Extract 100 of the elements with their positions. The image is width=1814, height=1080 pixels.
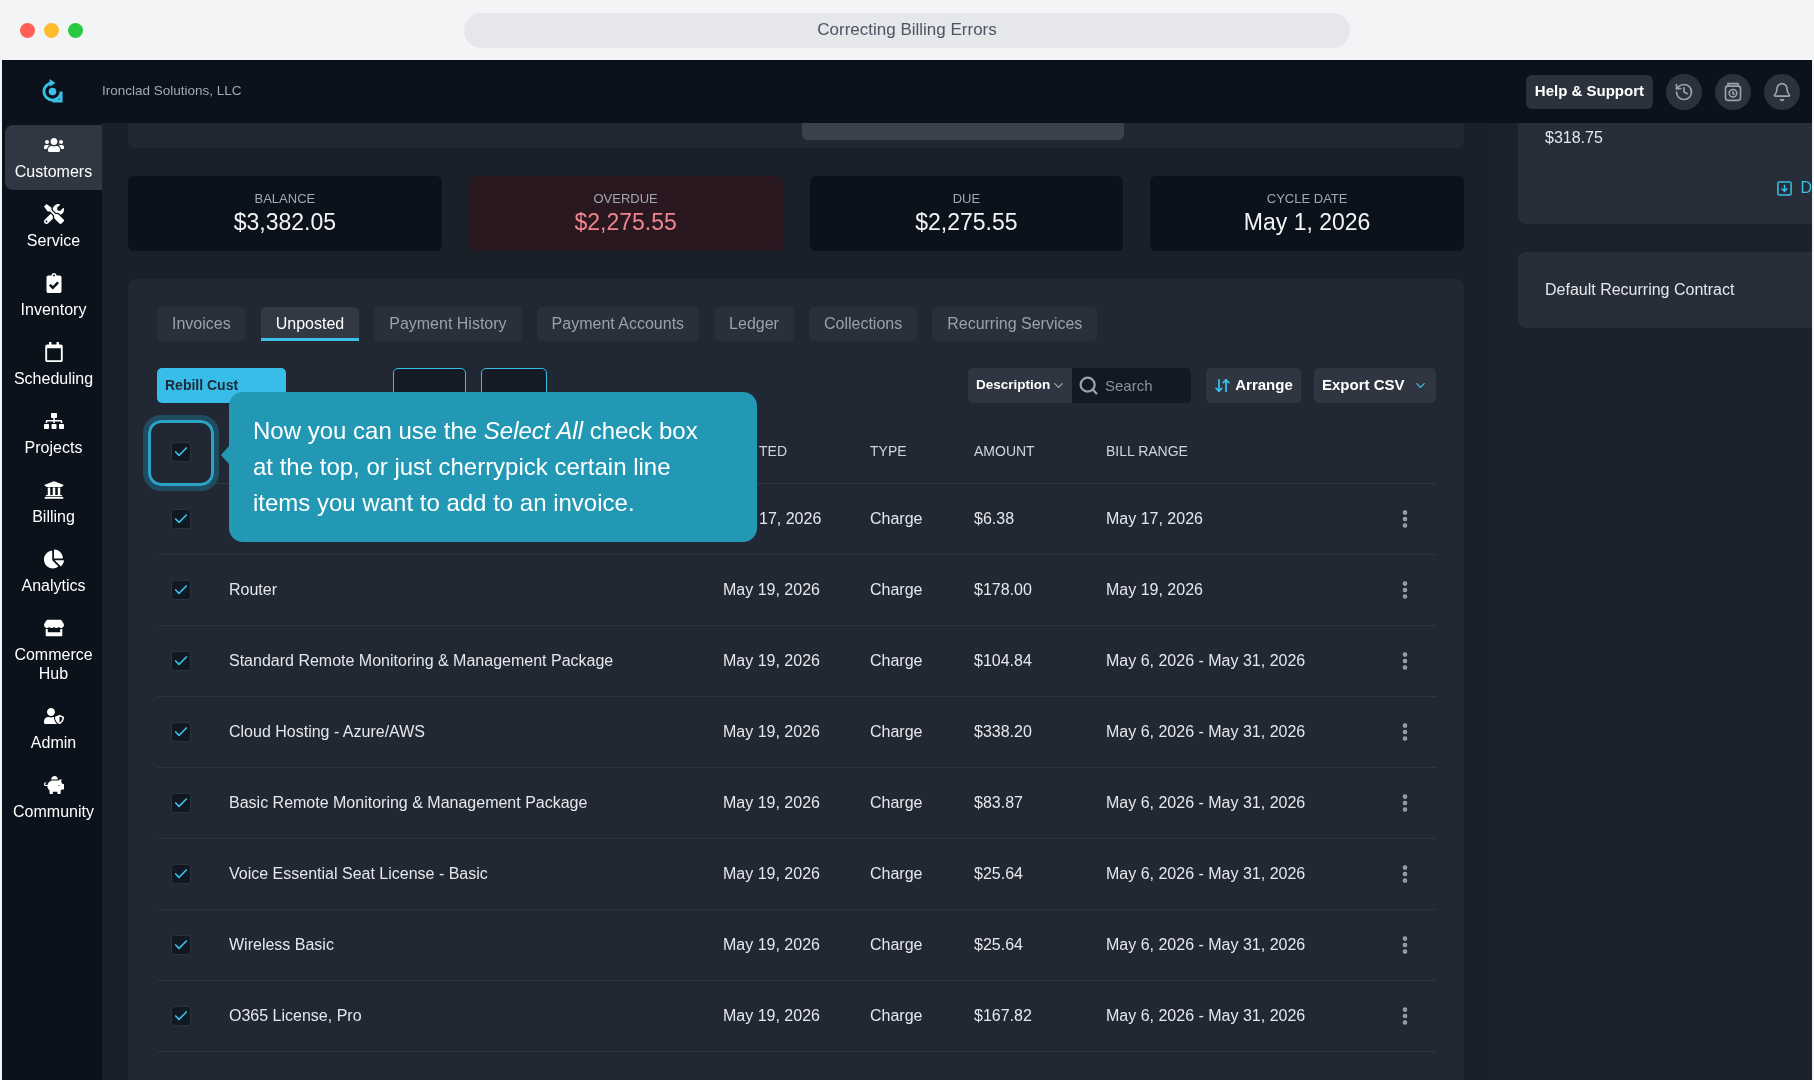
sidebar-item[interactable]: Community bbox=[5, 765, 102, 830]
stat-label: BALANCE bbox=[254, 190, 316, 207]
checkbox[interactable] bbox=[171, 935, 191, 955]
table-cell: May 19, 2026 bbox=[723, 723, 820, 740]
table-cell: O365 License, Pro bbox=[229, 1007, 362, 1024]
people-group-icon bbox=[43, 135, 64, 155]
calendar-icon bbox=[43, 342, 64, 362]
table-cell: Charge bbox=[870, 865, 923, 882]
tab[interactable]: Payment History bbox=[374, 307, 522, 341]
column-header: BILL RANGE bbox=[1106, 443, 1188, 459]
column-header: TED bbox=[759, 443, 787, 459]
sidebar-item[interactable]: Service bbox=[5, 194, 102, 259]
table-cell: May 19, 2026 bbox=[723, 865, 820, 882]
table-cell: May 19, 2026 bbox=[723, 652, 820, 669]
window-close-button[interactable] bbox=[20, 22, 35, 38]
table-cell: Charge bbox=[870, 510, 923, 527]
table-cell: May 19, 2026 bbox=[723, 1007, 820, 1024]
table-cell: Wireless Basic bbox=[229, 936, 334, 953]
search-field[interactable]: Search bbox=[1072, 368, 1191, 403]
bank-building-icon bbox=[43, 480, 64, 500]
table-cell: Charge bbox=[870, 652, 923, 669]
checkbox[interactable] bbox=[171, 1006, 191, 1026]
download-link[interactable]: D bbox=[1777, 176, 1812, 200]
filter-dropdown[interactable]: Description bbox=[968, 368, 1072, 403]
table-cell: $167.82 bbox=[974, 1007, 1032, 1024]
tab[interactable]: Collections bbox=[808, 307, 918, 341]
table-cell: Router bbox=[229, 581, 278, 598]
table-cell: Charge bbox=[870, 1007, 923, 1024]
pie-chart-icon bbox=[43, 549, 64, 569]
checkbox[interactable] bbox=[171, 509, 191, 529]
table-cell: May 19, 2026 bbox=[723, 581, 820, 598]
box-clock-icon bbox=[1723, 81, 1743, 102]
stat-value: $2,275.55 bbox=[915, 207, 1018, 237]
contract-name: Default Recurring Contract bbox=[1545, 280, 1735, 300]
table-cell: May 6, 2026 - May 31, 2026 bbox=[1106, 652, 1306, 669]
table-cell: May 6, 2026 - May 31, 2026 bbox=[1106, 1007, 1306, 1024]
table-cell: $104.84 bbox=[974, 652, 1032, 669]
sidebar-item[interactable]: Projects bbox=[5, 401, 102, 466]
tab[interactable]: Recurring Services bbox=[932, 307, 1098, 341]
table-cell: May 19, 2026 bbox=[723, 936, 820, 953]
storefront-icon bbox=[43, 618, 64, 638]
checkbox[interactable] bbox=[171, 864, 191, 884]
table-cell: May 6, 2026 - May 31, 2026 bbox=[1106, 723, 1306, 740]
history-button[interactable] bbox=[1666, 73, 1702, 110]
table-cell: Charge bbox=[870, 936, 923, 953]
stat-value: $3,382.05 bbox=[233, 207, 337, 237]
checkbox[interactable] bbox=[171, 793, 191, 813]
tools-icon bbox=[43, 204, 64, 224]
clock-button[interactable] bbox=[1715, 73, 1751, 110]
help-support-button[interactable]: Help & Support bbox=[1525, 74, 1653, 109]
sort-arrows-icon bbox=[1214, 377, 1232, 394]
stat-label: OVERDUE bbox=[593, 190, 658, 207]
table-cell: Voice Essential Seat License - Basic bbox=[229, 865, 488, 882]
table-cell: May 19, 2026 bbox=[723, 794, 820, 811]
table-cell: 17, 2026 bbox=[759, 510, 822, 527]
tab[interactable]: Unposted bbox=[260, 307, 360, 341]
table-cell: May 6, 2026 - May 31, 2026 bbox=[1106, 936, 1306, 953]
checkbox[interactable] bbox=[171, 722, 191, 742]
sidebar-item[interactable]: Inventory bbox=[5, 263, 102, 328]
tab[interactable]: Ledger bbox=[714, 307, 794, 341]
hierarchy-icon bbox=[43, 411, 64, 431]
company-name: Ironclad Solutions, LLC bbox=[102, 82, 242, 101]
sidebar-item[interactable]: Billing bbox=[5, 470, 102, 535]
stat-value: $2,275.55 bbox=[574, 207, 677, 237]
table-cell: May 6, 2026 - May 31, 2026 bbox=[1106, 865, 1306, 882]
table-cell: Cloud Hosting - Azure/AWS bbox=[229, 723, 425, 740]
stat-label: CYCLE DATE bbox=[1266, 190, 1348, 207]
table-cell: Charge bbox=[870, 794, 923, 811]
table-cell: May 19, 2026 bbox=[1106, 581, 1203, 598]
notifications-button[interactable] bbox=[1764, 73, 1800, 110]
table-cell: $6.38 bbox=[974, 510, 1015, 527]
tooltip-text: Now you can use the Select All check box at the top, or just cherrypick certain line items you want to add to an invoice. bbox=[253, 416, 699, 518]
address-bar[interactable]: Correcting Billing Errors bbox=[464, 12, 1350, 48]
table-cell: $83.87 bbox=[974, 794, 1023, 811]
table-cell: Basic Remote Monitoring & Management Package bbox=[229, 794, 588, 811]
arrange-button[interactable]: Arrange bbox=[1206, 368, 1301, 403]
tab[interactable]: Invoices bbox=[157, 307, 246, 341]
user-shield-icon bbox=[43, 706, 64, 726]
download-icon bbox=[1777, 180, 1793, 196]
stat-value: May 1, 2026 bbox=[1243, 207, 1371, 237]
sidebar-item[interactable]: Admin bbox=[5, 696, 102, 761]
sidebar-item[interactable]: Analytics bbox=[5, 539, 102, 604]
table-cell: May 17, 2026 bbox=[1106, 510, 1203, 527]
column-header: TYPE bbox=[870, 443, 907, 459]
checkbox[interactable] bbox=[171, 580, 191, 600]
tab[interactable]: Payment Accounts bbox=[536, 307, 700, 341]
sidebar-item[interactable]: Commerce Hub bbox=[5, 608, 102, 692]
bell-icon bbox=[1772, 81, 1792, 102]
stat-label: DUE bbox=[952, 190, 981, 207]
checkbox[interactable] bbox=[171, 651, 191, 671]
logo-icon[interactable] bbox=[40, 79, 64, 104]
checkbox[interactable] bbox=[171, 441, 191, 462]
piggy-bank-icon bbox=[43, 775, 64, 795]
table-cell: Standard Remote Monitoring & Management Package bbox=[229, 652, 614, 669]
sidebar-item[interactable]: Scheduling bbox=[5, 332, 102, 397]
table-cell: $25.64 bbox=[974, 865, 1023, 882]
export-csv-button[interactable]: Export CSV bbox=[1314, 368, 1436, 403]
table-cell: Charge bbox=[870, 581, 923, 598]
sidebar-item[interactable]: Customers bbox=[5, 125, 102, 190]
history-icon bbox=[1674, 81, 1694, 102]
